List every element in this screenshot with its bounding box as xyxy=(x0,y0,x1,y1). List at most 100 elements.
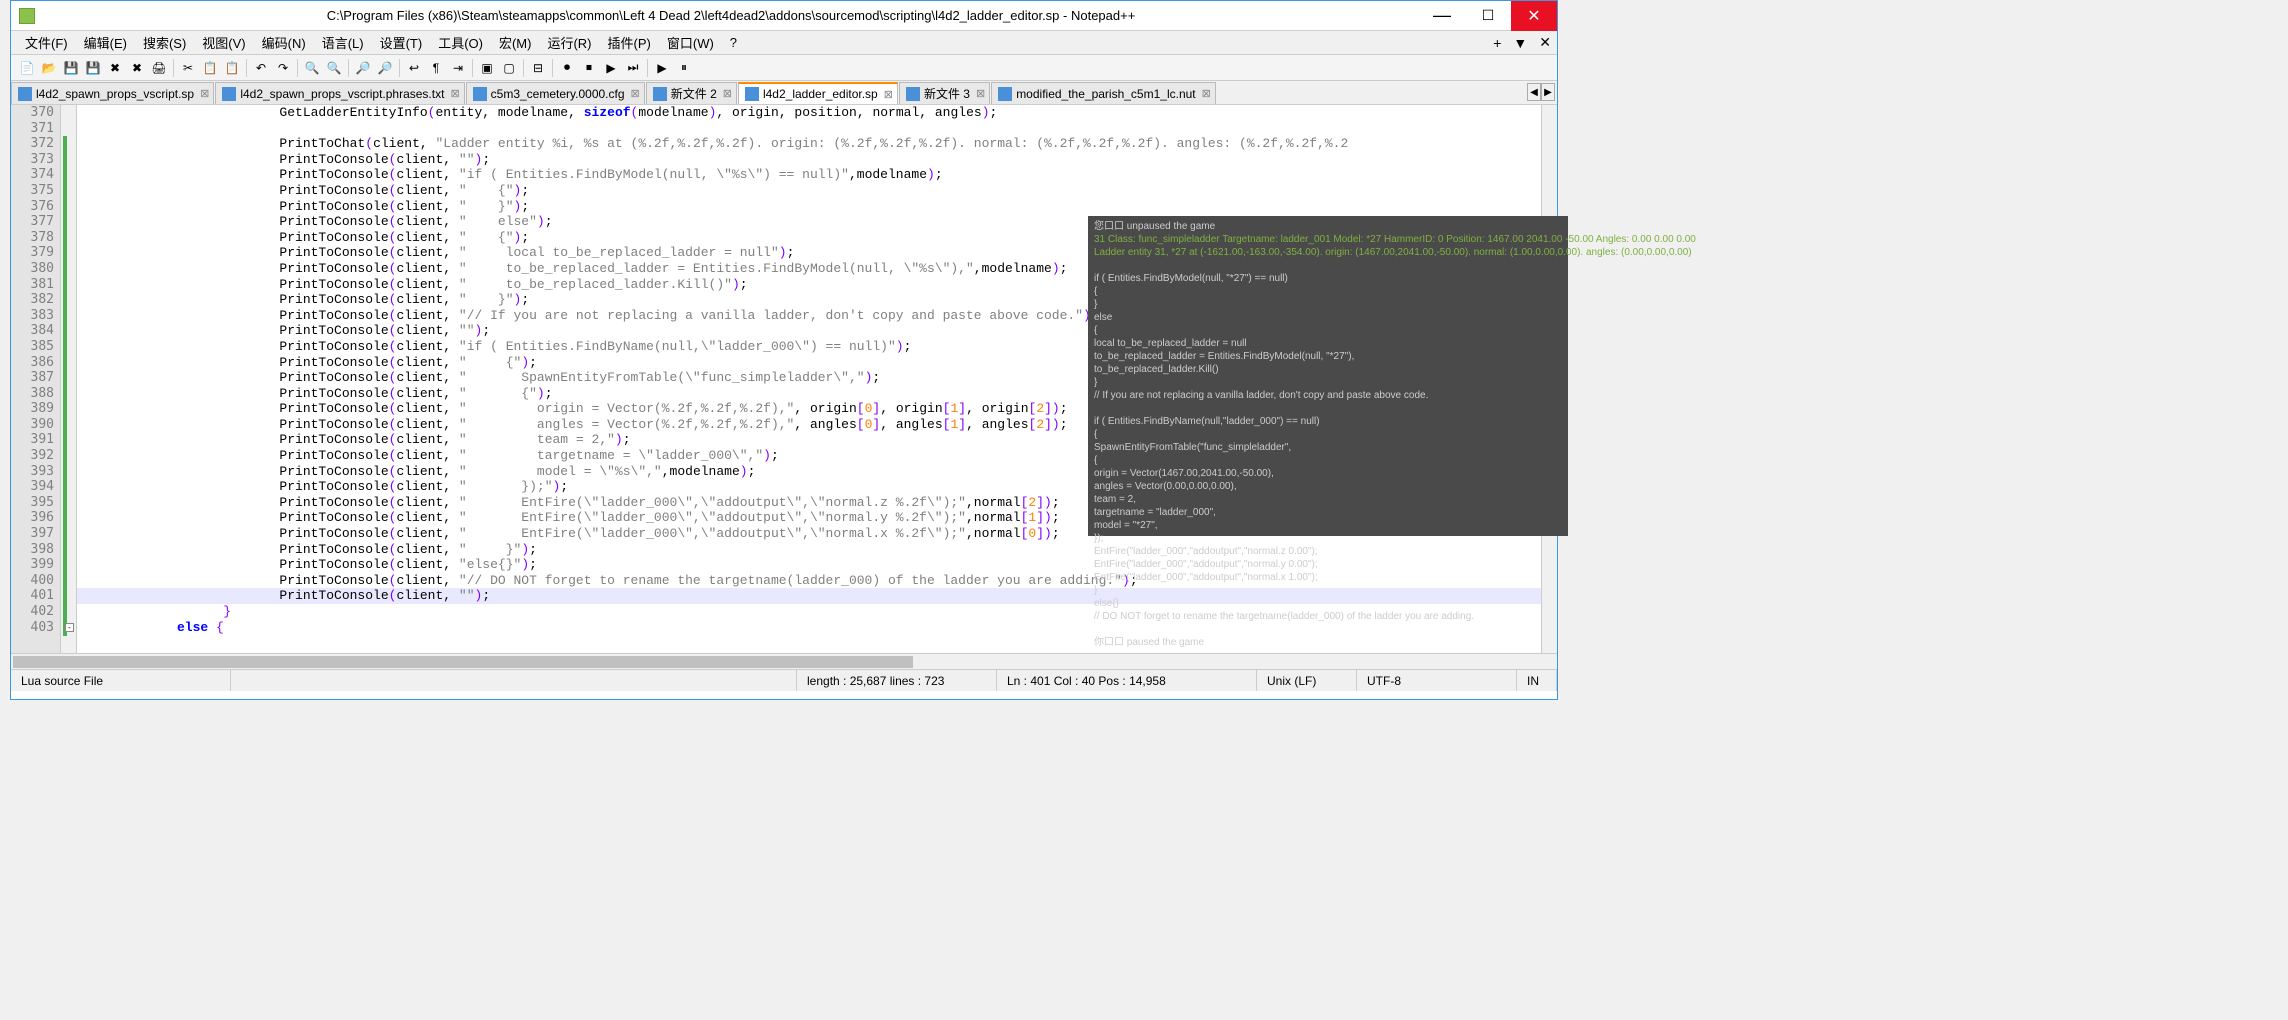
console-line xyxy=(1094,259,1562,272)
document-tab[interactable]: l4d2_spawn_props_vscript.sp⊠ xyxy=(11,82,214,104)
console-line: { xyxy=(1094,428,1562,441)
document-tab[interactable]: c5m3_cemetery.0000.cfg ⊠ xyxy=(466,82,645,104)
document-tab[interactable]: modified_the_parish_c5m1_lc.nut⊠ xyxy=(991,82,1216,104)
console-line: } xyxy=(1094,584,1562,597)
menu-item[interactable]: 语言(L) xyxy=(314,33,372,52)
menu-item[interactable]: 工具(O) xyxy=(430,33,491,52)
menu-item[interactable]: 文件(F) xyxy=(17,33,76,52)
redo-icon[interactable]: ↷ xyxy=(273,58,293,78)
status-insert-mode[interactable]: IN xyxy=(1517,670,1557,691)
close-button[interactable]: ✕ xyxy=(1511,1,1557,31)
closeall-icon[interactable]: ✖ xyxy=(127,58,147,78)
indent-icon[interactable]: ⇥ xyxy=(448,58,468,78)
app-icon xyxy=(11,1,43,31)
tab-close-icon[interactable]: ⊠ xyxy=(631,87,640,100)
console-line: }); xyxy=(1094,532,1562,545)
fold-icon[interactable]: ▣ xyxy=(477,58,497,78)
tab-close-icon[interactable]: ⊠ xyxy=(200,87,209,100)
menu-item[interactable]: 编码(N) xyxy=(254,33,314,52)
status-encoding[interactable]: UTF-8 xyxy=(1357,670,1517,691)
copy-icon[interactable]: 📋 xyxy=(200,58,220,78)
console-line: } xyxy=(1094,376,1562,389)
document-tab[interactable]: 新文件 2 ⊠ xyxy=(646,82,737,104)
close-tab-button[interactable]: ✕ xyxy=(1533,34,1557,51)
tab-label: 新文件 2 xyxy=(671,85,717,102)
console-line: // If you are not replacing a vanilla la… xyxy=(1094,389,1562,402)
tab-close-icon[interactable]: ⊠ xyxy=(1202,87,1211,100)
line-number-gutter: 3703713723733743753763773783793803813823… xyxy=(11,105,61,653)
scrollbar-thumb[interactable] xyxy=(13,656,913,668)
console-line: EntFire("ladder_000","addoutput","normal… xyxy=(1094,571,1562,584)
x2-icon[interactable]: ⏸ xyxy=(674,58,694,78)
wrap-icon[interactable]: ↩ xyxy=(404,58,424,78)
rec-icon[interactable]: ⏺ xyxy=(557,58,577,78)
console-line: 您口口 unpaused the game xyxy=(1094,220,1562,233)
tab-close-icon[interactable]: ⊠ xyxy=(976,87,985,100)
undo-icon[interactable]: ↶ xyxy=(251,58,271,78)
menu-item[interactable]: ? xyxy=(722,35,745,50)
document-tab[interactable]: l4d2_spawn_props_vscript.phrases.txt⊠ xyxy=(215,82,464,104)
fold-margin[interactable]: - xyxy=(61,105,77,653)
menu-item[interactable]: 窗口(W) xyxy=(659,33,722,52)
console-line: } xyxy=(1094,298,1562,311)
file-icon xyxy=(906,87,920,101)
close-icon[interactable]: ✖ xyxy=(105,58,125,78)
playx-icon[interactable]: ⏭ xyxy=(623,58,643,78)
fold-toggle[interactable]: - xyxy=(65,623,74,632)
tab-scroll-left[interactable]: ◀ xyxy=(1527,83,1541,101)
tab-scroll-right[interactable]: ▶ xyxy=(1541,83,1555,101)
console-line: { xyxy=(1094,285,1562,298)
status-bar: Lua source File length : 25,687 lines : … xyxy=(11,669,1557,691)
paste-icon[interactable]: 📋 xyxy=(222,58,242,78)
zoomout-icon[interactable]: 🔎 xyxy=(375,58,395,78)
file-icon xyxy=(222,87,236,101)
minimize-button[interactable]: — xyxy=(1419,1,1465,31)
replace-icon[interactable]: 🔍 xyxy=(324,58,344,78)
tab-close-icon[interactable]: ⊠ xyxy=(884,88,893,101)
saveall-icon[interactable]: 💾 xyxy=(83,58,103,78)
console-line: EntFire("ladder_000","addoutput","normal… xyxy=(1094,558,1562,571)
cut-icon[interactable]: ✂ xyxy=(178,58,198,78)
new-icon[interactable]: 📄 xyxy=(17,58,37,78)
document-tab[interactable]: l4d2_ladder_editor.sp⊠ xyxy=(738,82,898,104)
console-line: to_be_replaced_ladder = Entities.FindByM… xyxy=(1094,350,1562,363)
console-line xyxy=(1094,623,1562,636)
menu-item[interactable]: 宏(M) xyxy=(491,33,540,52)
menu-item[interactable]: 视图(V) xyxy=(194,33,253,52)
play-icon[interactable]: ▶ xyxy=(601,58,621,78)
tab-label: 新文件 3 xyxy=(924,85,970,102)
hidelines-icon[interactable]: ⊟ xyxy=(528,58,548,78)
print-icon[interactable]: 🖨 xyxy=(149,58,169,78)
zoomin-icon[interactable]: 🔎 xyxy=(353,58,373,78)
unfold-icon[interactable]: ▢ xyxy=(499,58,519,78)
menu-bar: 文件(F)编辑(E)搜索(S)视图(V)编码(N)语言(L)设置(T)工具(O)… xyxy=(11,31,1557,55)
console-line: targetname = "ladder_000", xyxy=(1094,506,1562,519)
menu-item[interactable]: 编辑(E) xyxy=(76,33,135,52)
save-icon[interactable]: 💾 xyxy=(61,58,81,78)
status-eol[interactable]: Unix (LF) xyxy=(1257,670,1357,691)
console-line: team = 2, xyxy=(1094,493,1562,506)
menu-item[interactable]: 运行(R) xyxy=(539,33,599,52)
menu-item[interactable]: 设置(T) xyxy=(372,33,431,52)
dropdown-button[interactable]: ▼ xyxy=(1507,35,1533,51)
maximize-button[interactable]: ☐ xyxy=(1465,1,1511,31)
x1-icon[interactable]: ▶ xyxy=(652,58,672,78)
console-line: // DO NOT forget to rename the targetnam… xyxy=(1094,610,1562,623)
tab-close-icon[interactable]: ⊠ xyxy=(723,87,732,100)
stop-icon[interactable]: ⏹ xyxy=(579,58,599,78)
open-icon[interactable]: 📂 xyxy=(39,58,59,78)
file-icon xyxy=(18,87,32,101)
console-line: else{} xyxy=(1094,597,1562,610)
tab-close-icon[interactable]: ⊠ xyxy=(450,87,459,100)
horizontal-scrollbar[interactable] xyxy=(11,653,1557,669)
new-document-button[interactable]: + xyxy=(1487,35,1507,51)
document-tab[interactable]: 新文件 3 ⊠ xyxy=(899,82,990,104)
menu-item[interactable]: 插件(P) xyxy=(600,33,659,52)
find-icon[interactable]: 🔍 xyxy=(302,58,322,78)
tab-label: c5m3_cemetery.0000.cfg xyxy=(491,87,625,101)
console-line: model = "*27", xyxy=(1094,519,1562,532)
console-line: SpawnEntityFromTable("func_simpleladder"… xyxy=(1094,441,1562,454)
allchars-icon[interactable]: ¶ xyxy=(426,58,446,78)
menu-item[interactable]: 搜索(S) xyxy=(135,33,194,52)
file-icon xyxy=(473,87,487,101)
